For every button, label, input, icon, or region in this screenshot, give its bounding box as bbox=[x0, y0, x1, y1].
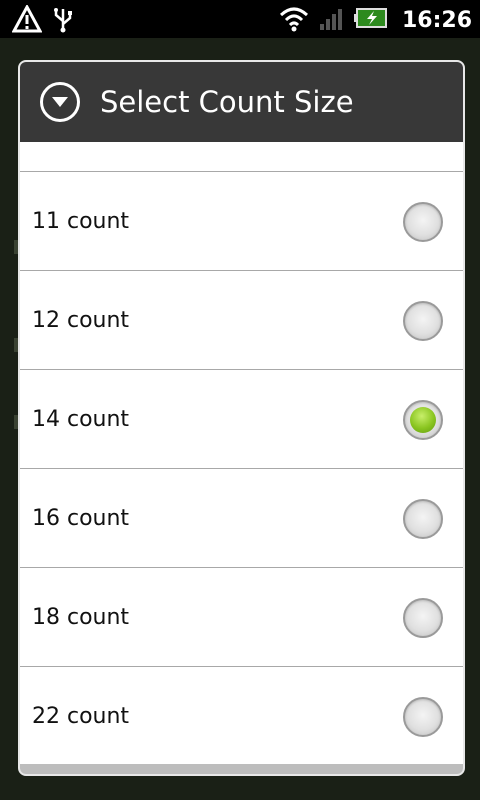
dialog-title: Select Count Size bbox=[100, 85, 354, 119]
status-bar: 16:26 bbox=[0, 0, 480, 38]
list-item-16-count[interactable]: 16 count bbox=[20, 469, 463, 568]
chevron-down-circle-icon bbox=[40, 82, 80, 122]
item-label: 14 count bbox=[32, 406, 130, 432]
radio-button[interactable] bbox=[403, 598, 443, 638]
radio-button-selected[interactable] bbox=[403, 400, 443, 440]
list-item-22-count[interactable]: 22 count bbox=[20, 667, 463, 766]
list-scroll-edge bbox=[20, 764, 463, 774]
item-label: 12 count bbox=[32, 307, 130, 333]
signal-icon bbox=[318, 4, 346, 36]
radio-selected-dot bbox=[410, 407, 436, 433]
select-count-size-dialog: Select Count Size 11 count 12 count 14 c… bbox=[18, 60, 465, 776]
radio-button[interactable] bbox=[403, 301, 443, 341]
item-label: 16 count bbox=[32, 505, 130, 531]
battery-charging-icon bbox=[353, 6, 390, 34]
radio-button[interactable] bbox=[403, 697, 443, 737]
warning-icon bbox=[11, 3, 43, 37]
list-item-18-count[interactable]: 18 count bbox=[20, 568, 463, 667]
list-item-14-count[interactable]: 14 count bbox=[20, 370, 463, 469]
radio-button[interactable] bbox=[403, 499, 443, 539]
wifi-icon bbox=[278, 4, 310, 36]
item-label: 11 count bbox=[32, 208, 130, 234]
item-label: 22 count bbox=[32, 704, 130, 729]
list-item-12-count[interactable]: 12 count bbox=[20, 271, 463, 370]
dialog-header: Select Count Size bbox=[20, 62, 463, 142]
usb-icon bbox=[52, 5, 74, 37]
list-top-divider bbox=[20, 142, 463, 172]
list-item-11-count[interactable]: 11 count bbox=[20, 172, 463, 271]
status-time: 16:26 bbox=[401, 7, 472, 33]
radio-button[interactable] bbox=[403, 202, 443, 242]
count-size-list: 11 count 12 count 14 count 16 count 18 c… bbox=[20, 142, 463, 766]
item-label: 18 count bbox=[32, 604, 130, 630]
